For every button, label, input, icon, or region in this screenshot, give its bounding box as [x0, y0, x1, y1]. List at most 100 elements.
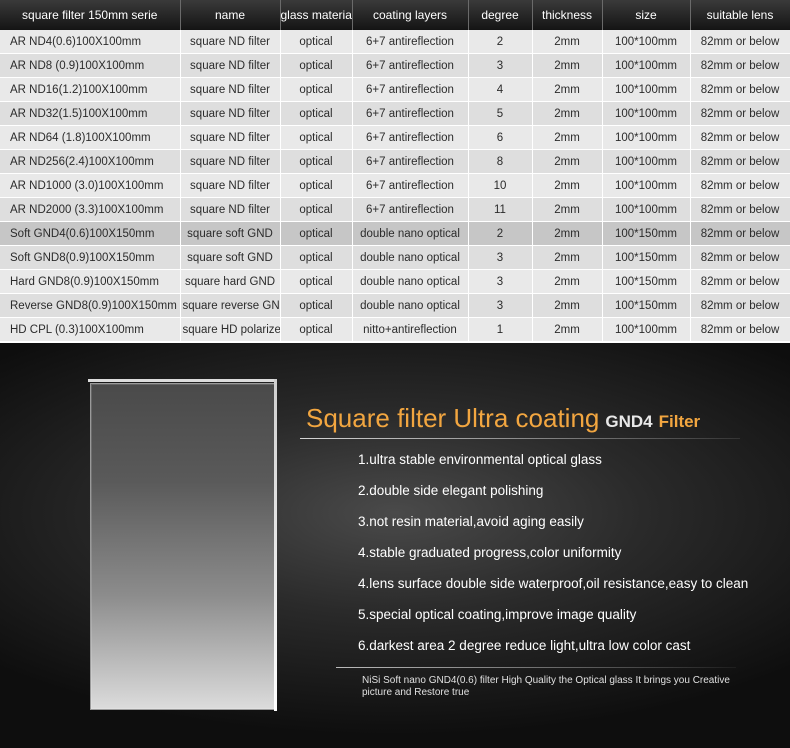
table-cell: 100*100mm	[602, 101, 691, 126]
table-cell: AR ND8 (0.9)100X100mm	[0, 53, 181, 78]
table-cell: AR ND64 (1.8)100X100mm	[0, 125, 181, 150]
table-cell: 6	[468, 125, 533, 150]
table-cell: 2mm	[532, 293, 603, 318]
table-cell: double nano optical	[352, 221, 469, 246]
table-cell: square soft GND	[180, 221, 281, 246]
table-cell: AR ND32(1.5)100X100mm	[0, 101, 181, 126]
table-cell: Reverse GND8(0.9)100X150mm	[0, 293, 181, 318]
table-cell: AR ND2000 (3.3)100X100mm	[0, 197, 181, 222]
table-row: AR ND32(1.5)100X100mm square ND filter opt…	[0, 101, 790, 126]
table-cell: 6+7 antireflection	[352, 149, 469, 174]
table-cell: 2mm	[532, 77, 603, 102]
table-cell: double nano optical	[352, 245, 469, 270]
table-row: AR ND64 (1.8)100X100mm square ND filter op…	[0, 125, 790, 150]
table-cell: 11	[468, 197, 533, 222]
table-cell: 2mm	[532, 149, 603, 174]
headline-gnd: GND4	[605, 412, 653, 431]
table-row: AR ND2000 (3.3)100X100mm square ND filter…	[0, 197, 790, 222]
column-header: degree	[468, 0, 533, 30]
spec-table: square filter 150mm serie name glass mater…	[0, 0, 790, 342]
table-cell: 100*100mm	[602, 197, 691, 222]
table-row: AR ND1000 (3.0)100X100mm square ND filter…	[0, 173, 790, 198]
table-row: HD CPL (0.3)100X100mm square HD polarizer…	[0, 317, 790, 342]
table-row: AR ND256(2.4)100X100mm square ND filter op…	[0, 149, 790, 174]
feature-item: 4.lens surface double side waterproof,oi…	[358, 576, 749, 591]
table-cell: 82mm or below	[690, 77, 790, 102]
table-cell: AR ND4(0.6)100X100mm	[0, 30, 181, 54]
table-cell: 6+7 antireflection	[352, 197, 469, 222]
feature-item: 6.darkest area 2 degree reduce light,ult…	[358, 638, 691, 653]
table-cell: 2mm	[532, 30, 603, 54]
column-header: thickness	[532, 0, 603, 30]
table-header-row: square filter 150mm serie name glass mater…	[0, 0, 790, 30]
column-header: suitable lens	[690, 0, 790, 30]
table-cell: 100*100mm	[602, 125, 691, 150]
headline-filter: Filter	[658, 412, 701, 431]
headline-main: Square filter Ultra coating	[306, 403, 600, 433]
filter-glass-side-edge	[274, 378, 277, 712]
table-cell: 3	[468, 53, 533, 78]
table-cell: 82mm or below	[690, 125, 790, 150]
table-cell: 2mm	[532, 245, 603, 270]
table-cell: 2mm	[532, 317, 603, 342]
table-cell: 100*100mm	[602, 149, 691, 174]
table-cell: 2mm	[532, 269, 603, 294]
table-cell: 6+7 antireflection	[352, 53, 469, 78]
table-cell: 6+7 antireflection	[352, 101, 469, 126]
column-header: size	[602, 0, 691, 30]
table-cell: HD CPL (0.3)100X100mm	[0, 317, 181, 342]
table-cell: 82mm or below	[690, 149, 790, 174]
column-header: name	[180, 0, 281, 30]
feature-item: 3.not resin material,avoid aging easily	[358, 514, 584, 529]
table-cell: optical	[280, 77, 353, 102]
product-promo-panel: Square filter Ultra coating GND4 Filter 1.…	[0, 343, 790, 748]
table-cell: square soft GND	[180, 245, 281, 270]
table-cell: optical	[280, 149, 353, 174]
table-cell: 82mm or below	[690, 101, 790, 126]
table-row: AR ND16(1.2)100X100mm square ND filter opt…	[0, 77, 790, 102]
column-header: glass material	[280, 0, 353, 30]
table-cell: 2mm	[532, 125, 603, 150]
table-cell: 2mm	[532, 221, 603, 246]
table-cell: 100*100mm	[602, 53, 691, 78]
table-cell: 100*150mm	[602, 245, 691, 270]
table-cell: 100*100mm	[602, 30, 691, 54]
promo-headline: Square filter Ultra coating GND4 Filter	[306, 403, 700, 434]
table-cell: 8	[468, 149, 533, 174]
table-cell: 6+7 antireflection	[352, 173, 469, 198]
table-row: AR ND4(0.6)100X100mm square ND filter opti…	[0, 30, 790, 54]
table-cell: optical	[280, 293, 353, 318]
table-cell: square hard GND	[180, 269, 281, 294]
table-cell: Soft GND4(0.6)100X150mm	[0, 221, 181, 246]
table-row: Hard GND8(0.9)100X150mm square hard GND op…	[0, 269, 790, 294]
table-cell: double nano optical	[352, 269, 469, 294]
table-cell: 6+7 antireflection	[352, 125, 469, 150]
table-cell: 2	[468, 221, 533, 246]
table-cell: Soft GND8(0.9)100X150mm	[0, 245, 181, 270]
table-cell: 100*100mm	[602, 173, 691, 198]
table-cell: 100*150mm	[602, 293, 691, 318]
table-cell: 82mm or below	[690, 293, 790, 318]
table-cell: optical	[280, 221, 353, 246]
table-cell: 10	[468, 173, 533, 198]
table-cell: AR ND1000 (3.0)100X100mm	[0, 173, 181, 198]
table-cell: 2mm	[532, 53, 603, 78]
table-cell: 82mm or below	[690, 317, 790, 342]
table-cell: 82mm or below	[690, 53, 790, 78]
table-cell: optical	[280, 197, 353, 222]
table-cell: 100*150mm	[602, 269, 691, 294]
feature-item: 4.stable graduated progress,color unifor…	[358, 545, 622, 560]
table-cell: 3	[468, 293, 533, 318]
table-cell: square ND filter	[180, 149, 281, 174]
table-cell: square ND filter	[180, 101, 281, 126]
feature-list: 1.ultra stable environmental optical gla…	[358, 451, 748, 668]
table-cell: 82mm or below	[690, 269, 790, 294]
table-cell: 82mm or below	[690, 30, 790, 54]
table-cell: 2	[468, 30, 533, 54]
table-cell: square ND filter	[180, 30, 281, 54]
table-cell: 82mm or below	[690, 245, 790, 270]
table-cell: optical	[280, 245, 353, 270]
table-cell: square ND filter	[180, 125, 281, 150]
table-cell: AR ND256(2.4)100X100mm	[0, 149, 181, 174]
table-cell: 2mm	[532, 101, 603, 126]
